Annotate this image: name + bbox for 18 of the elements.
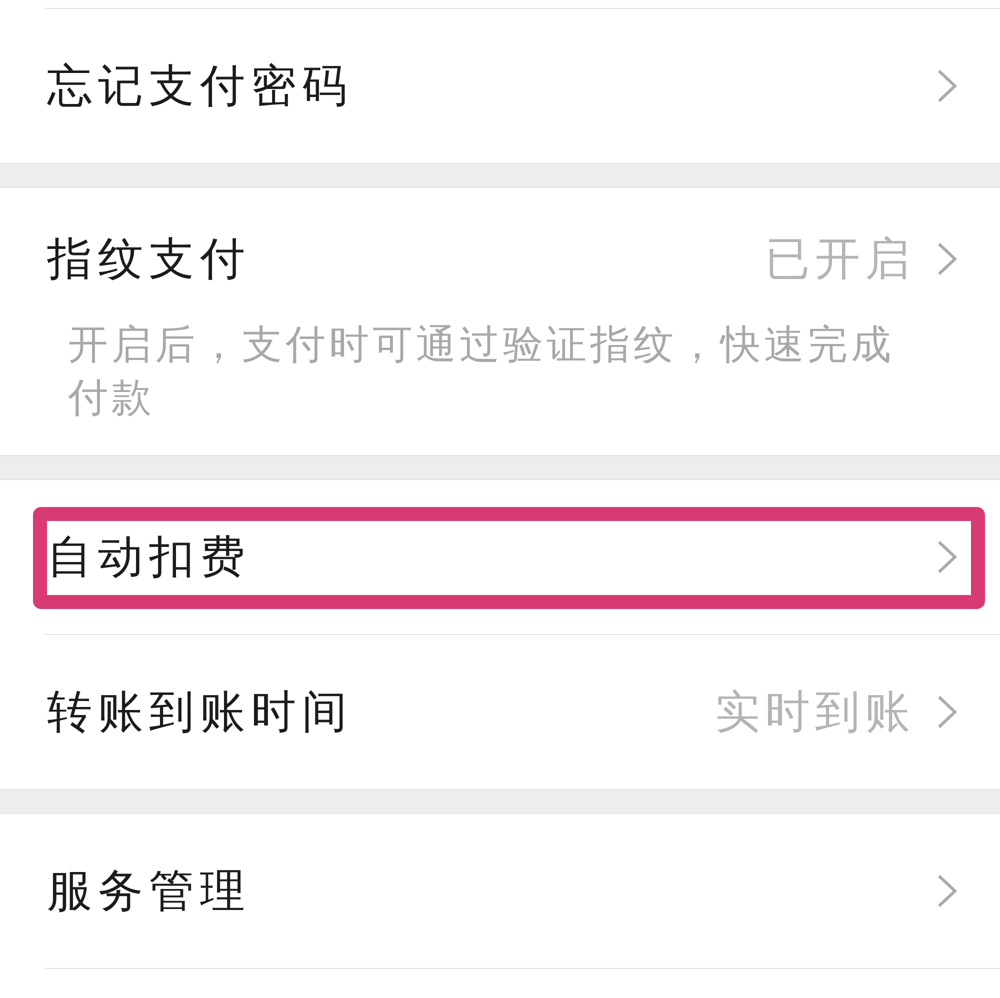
row-label: 指纹支付 xyxy=(47,231,251,287)
row-description: 开启后，支付时可通过验证指纹，快速完成付款 xyxy=(68,321,896,423)
row-label: 自动扣费 xyxy=(47,529,251,585)
row-value: 已开启 xyxy=(765,231,915,287)
settings-row[interactable]: 指纹支付 已开启 开启后，支付时可通过验证指纹，快速完成付款 xyxy=(0,188,1000,455)
settings-row[interactable]: 服务管理 xyxy=(0,814,1000,968)
settings-row[interactable]: 自动扣费 xyxy=(0,480,1000,634)
chevron-right-icon xyxy=(937,69,957,103)
row-value: 实时到账 xyxy=(715,684,915,740)
chevron-right-icon xyxy=(937,874,957,908)
chevron-right-icon xyxy=(937,540,957,574)
settings-row[interactable]: 转账到账时间 实时到账 xyxy=(0,635,1000,789)
settings-row[interactable]: 忘记支付密码 xyxy=(0,9,1000,163)
chevron-right-icon xyxy=(937,242,957,276)
chevron-right-icon xyxy=(937,695,957,729)
row-label: 服务管理 xyxy=(47,863,251,919)
row-label: 忘记支付密码 xyxy=(47,58,353,114)
row-label: 转账到账时间 xyxy=(47,684,353,740)
